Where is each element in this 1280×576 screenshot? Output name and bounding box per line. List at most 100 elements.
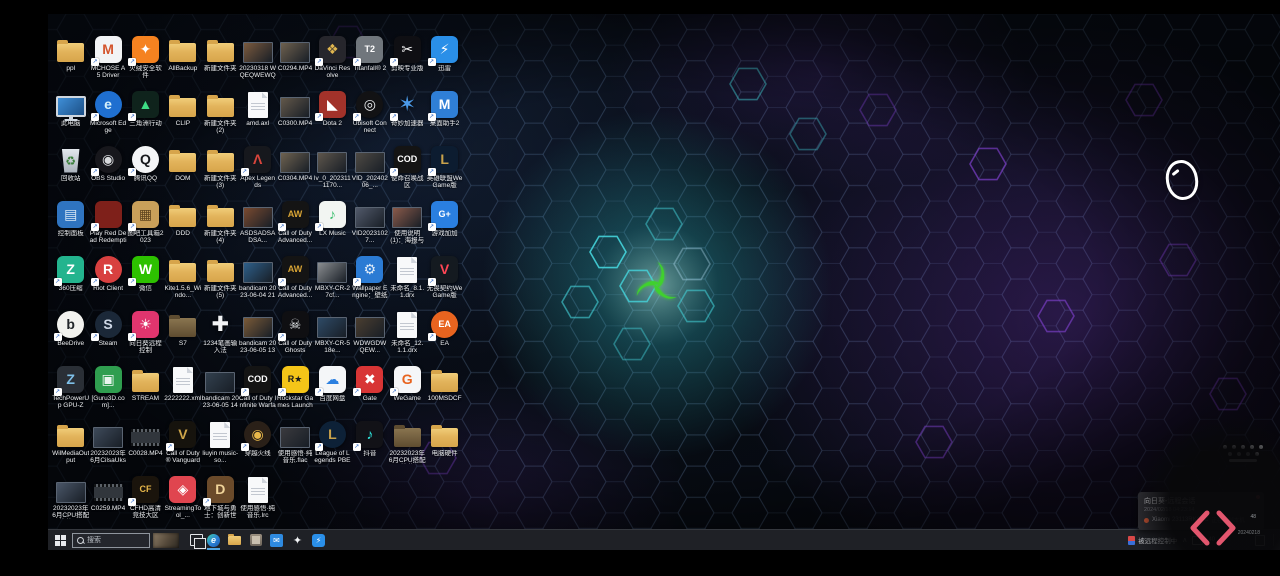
taskbar-item-file-explorer[interactable] <box>224 530 245 550</box>
desktop-icon-r9-c2[interactable]: ♪ ↗ 抖音 <box>351 419 388 474</box>
taskbar-item-store[interactable] <box>245 530 266 550</box>
desktop-icon-r9-c7[interactable]: CF ↗ CFHD高清竞技大区 <box>127 474 164 529</box>
desktop-icon-r2-c5[interactable]: 新建文件夹 (2) <box>202 89 239 144</box>
desktop-icon-r6-c10[interactable]: 未命名_12.1.1.drx <box>389 309 426 364</box>
desktop-icon-r1-c11[interactable]: ⚡ ↗ 迅雷 <box>426 34 463 89</box>
desktop-icon-r3-c6[interactable]: Λ ↗ Apex Legends <box>239 144 276 199</box>
desktop-icon-r5-c3[interactable]: W ↗ 微信 <box>127 254 164 309</box>
desktop-icon-r2-c6[interactable]: amd.axl <box>239 89 276 144</box>
desktop-icon-r9-c10[interactable]: 使用感悟·纯音乐.lrc <box>239 474 276 529</box>
desktop-icon-r6-c7[interactable]: ☠ ↗ Call of Duty Ghosts <box>276 309 313 364</box>
taskbar-item-sparkle[interactable]: ✦ <box>287 530 308 550</box>
desktop-icon-r5-c7[interactable]: AW ↗ Call of Duty Advanced... <box>276 254 313 309</box>
desktop-icon-r3-c4[interactable]: DOM <box>164 144 201 199</box>
desktop-icon-r8-c3[interactable]: 100MSDCF <box>426 364 463 419</box>
desktop-icon-r6-c5[interactable]: ✚ 1234笔画输入法 <box>202 309 239 364</box>
desktop-icon-r5-c9[interactable]: ⚙↗Wallpaper Engine：壁纸引擎 <box>351 254 388 309</box>
desktop-icon-r2-c8[interactable]: ◣ ↗ Dota 2 <box>314 89 351 144</box>
virtual-keyboard-icon[interactable] <box>1214 436 1272 470</box>
desktop-icon-r1-c1[interactable]: ppl <box>52 34 89 89</box>
desktop-icon-r8-c9[interactable]: ◉ ↗ 穿越火线 <box>239 419 276 474</box>
desktop-icon-r1-c9[interactable]: T2 ↗ Titanfall® 2 <box>351 34 388 89</box>
desktop-icon-r6-c4[interactable]: S7 <box>164 309 201 364</box>
desktop-icon-r5-c5[interactable]: 新建文件夹 (5) <box>202 254 239 309</box>
desktop-icon-r8-c4[interactable]: WilMediaOutput <box>52 419 89 474</box>
desktop-icon-r6-c8[interactable]: MBXY-CR-518e... <box>314 309 351 364</box>
desktop-icon-r4-c4[interactable]: DDD <box>164 199 201 254</box>
desktop-icon-r4-c7[interactable]: AW ↗ Call of Duty Advanced... <box>276 199 313 254</box>
desktop-icon-r2-c1[interactable]: 此电脑 <box>52 89 89 144</box>
desktop-icon-r4-c8[interactable]: ♪ ↗ LX Music <box>314 199 351 254</box>
desktop-icon-r5-c8[interactable]: MBXY-CR-27cf... <box>314 254 351 309</box>
desktop-icon-r3-c5[interactable]: 新建文件夹 (3) <box>202 144 239 199</box>
desktop-icon-r7-c8[interactable]: R★↗Rockstar Games Launcher <box>276 364 313 419</box>
desktop-icon-r7-c3[interactable]: ▣ [Guru3D.com]... <box>89 364 126 419</box>
start-button[interactable] <box>48 530 72 550</box>
desktop-icon-r4-c6[interactable]: ASDSADSADSA... <box>239 199 276 254</box>
desktop-icon-r4-c10[interactable]: 使用说明(1)：海报与游戏设置说明 <box>389 199 426 254</box>
show-desktop-button[interactable] <box>1273 534 1274 546</box>
desktop-icon-r1-c2[interactable]: M ↗ MCHOSE A5 Driver <box>89 34 126 89</box>
desktop-icon-r3-c9[interactable]: VID_20240206_... <box>351 144 388 199</box>
desktop-icon-r1-c5[interactable]: 新建文件夹 <box>202 34 239 89</box>
desktop-icon-r7-c4[interactable]: STREAM <box>127 364 164 419</box>
desktop-icon-r9-c9[interactable]: D↗地下城与勇士：创新世纪 <box>202 474 239 529</box>
desktop-icon-r4-c11[interactable]: G+ ↗ 游戏加加 <box>426 199 463 254</box>
desktop-icon-r9-c5[interactable]: 20232023年6月CPU搭配推荐.jpg <box>52 474 89 529</box>
task-view-icon[interactable] <box>190 534 206 549</box>
desktop-icon-r1-c6[interactable]: 20230318 WQEQWEWQE... <box>239 34 276 89</box>
desktop-icon-r3-c11[interactable]: L ↗ 英雄联盟WeGame版 <box>426 144 463 199</box>
desktop-icon-r5-c6[interactable]: bandicam 2023-06-04 21-... <box>239 254 276 309</box>
desktop-icon-r5-c1[interactable]: Z ↗ 360压缩 <box>52 254 89 309</box>
desktop-icon-r4-c5[interactable]: 新建文件夹 (4) <box>202 199 239 254</box>
desktop-icon-r6-c2[interactable]: S ↗ Steam <box>89 309 126 364</box>
desktop-icon-r3-c7[interactable]: C0304.MP4 <box>276 144 313 199</box>
taskbar-item-thunder[interactable]: ⚡ <box>308 530 329 550</box>
desktop-icon-r8-c10[interactable]: 使用感悟·纯音乐.flac <box>276 419 313 474</box>
desktop-icon-r8-c8[interactable]: liuyin music-so... <box>202 419 239 474</box>
desktop-icon-r9-c6[interactable]: C0259.MP4 <box>89 474 126 529</box>
desktop-icon-r9-c8[interactable]: ◈ StreamingTool_... <box>164 474 201 529</box>
desktop-icon-r1-c10[interactable]: ✂ ↗ 剪映专业版 <box>389 34 426 89</box>
taskbar-item-mail[interactable]: ✉ <box>266 530 287 550</box>
toast-close-icon[interactable] <box>1256 495 1260 499</box>
desktop-icon-r4-c1[interactable]: ▤ 控制面板 <box>52 199 89 254</box>
desktop-icon-r4-c9[interactable]: VID20231027... <box>351 199 388 254</box>
desktop-icon-r2-c3[interactable]: ▲ ↗ 三角洲行动 <box>127 89 164 144</box>
desktop-icon-r9-c4[interactable]: 电脑硬件 <box>426 419 463 474</box>
desktop-icon-r1-c8[interactable]: ❖ ↗ DaVinci Resolve <box>314 34 351 89</box>
search-input[interactable]: 搜索 <box>72 532 150 548</box>
desktop-icon-r5-c4[interactable]: Kite1.5.6_Windo... <box>164 254 201 309</box>
desktop-icon-r6-c1[interactable]: b ↗ BeeDrive <box>52 309 89 364</box>
desktop-icon-r7-c7[interactable]: COD↗Call of Duty Infinite Warfare <box>239 364 276 419</box>
desktop-icon-r6-c6[interactable]: bandicam 2023-06-05 13-... <box>239 309 276 364</box>
desktop-icon-r8-c1[interactable]: ✖ ↗ Gate <box>351 364 388 419</box>
desktop-icon-r2-c4[interactable]: CLIP <box>164 89 201 144</box>
desktop-icon-r1-c3[interactable]: ✦ ↗ 火绒安全软件 <box>127 34 164 89</box>
desktop-icon-r8-c2[interactable]: G ↗ WeGame <box>389 364 426 419</box>
desktop-icon-r7-c2[interactable]: Z ↗ TechPowerUp GPU-Z <box>52 364 89 419</box>
desktop-icon-r2-c9[interactable]: ◎ ↗ Ubisoft Connect <box>351 89 388 144</box>
desktop-icon-r3-c1[interactable]: ♻ 回收站 <box>52 144 89 199</box>
desktop-icon-r3-c2[interactable]: ◉ ↗ OBS Studio <box>89 144 126 199</box>
taskbar-item-edge[interactable]: e <box>203 530 224 550</box>
desktop-icon-r4-c3[interactable]: ▦ ↗ 图吧工具箱2023 <box>127 199 164 254</box>
desktop-icon-r1-c7[interactable]: C0294.MP4 <box>276 34 313 89</box>
desktop-icon-r3-c10[interactable]: COD ↗ 使命召唤战区 <box>389 144 426 199</box>
desktop-icon-r4-c2[interactable]: ↗Play Red Dead Redemption 2 <box>89 199 127 254</box>
desktop-icon-r5-c11[interactable]: V ↗ 无畏契约WeGame版 <box>426 254 463 309</box>
desktop-icon-r6-c9[interactable]: WDWGDWQEW... <box>351 309 388 364</box>
desktop-icon-r6-c3[interactable]: ☀ ↗ 向日葵远程控制 <box>127 309 164 364</box>
desktop-icon-r1-c4[interactable]: AllBackup <box>164 34 201 89</box>
desktop-icon-r2-c2[interactable]: e ↗ Microsoft Edge <box>89 89 126 144</box>
desktop-icon-r3-c8[interactable]: lv_0_2023111170... <box>314 144 351 199</box>
tray-remote-status[interactable]: 被远程控制中 <box>1128 535 1177 545</box>
desktop-icon-r5-c10[interactable]: 未命名_8.1.1.drx <box>389 254 426 309</box>
desktop-icon-r7-c9[interactable]: ☁ ↗ 百度网盘 <box>314 364 351 419</box>
desktop-icon-r9-c3[interactable]: 20232023年6月CPU搭配推荐 <box>389 419 426 474</box>
desktop-icon-r3-c3[interactable]: Q ↗ 腾讯QQ <box>127 144 164 199</box>
desktop-icon-r5-c2[interactable]: R ↗ Riot Client <box>89 254 126 309</box>
desktop-icon-r8-c7[interactable]: V ↗ Call of Duty® Vanguard <box>164 419 201 474</box>
desktop-icon-r8-c6[interactable]: C0028.MP4 <box>127 419 164 474</box>
desktop-icon-r8-c5[interactable]: 20232023年6月CilsaUksaUsa... <box>89 419 126 474</box>
